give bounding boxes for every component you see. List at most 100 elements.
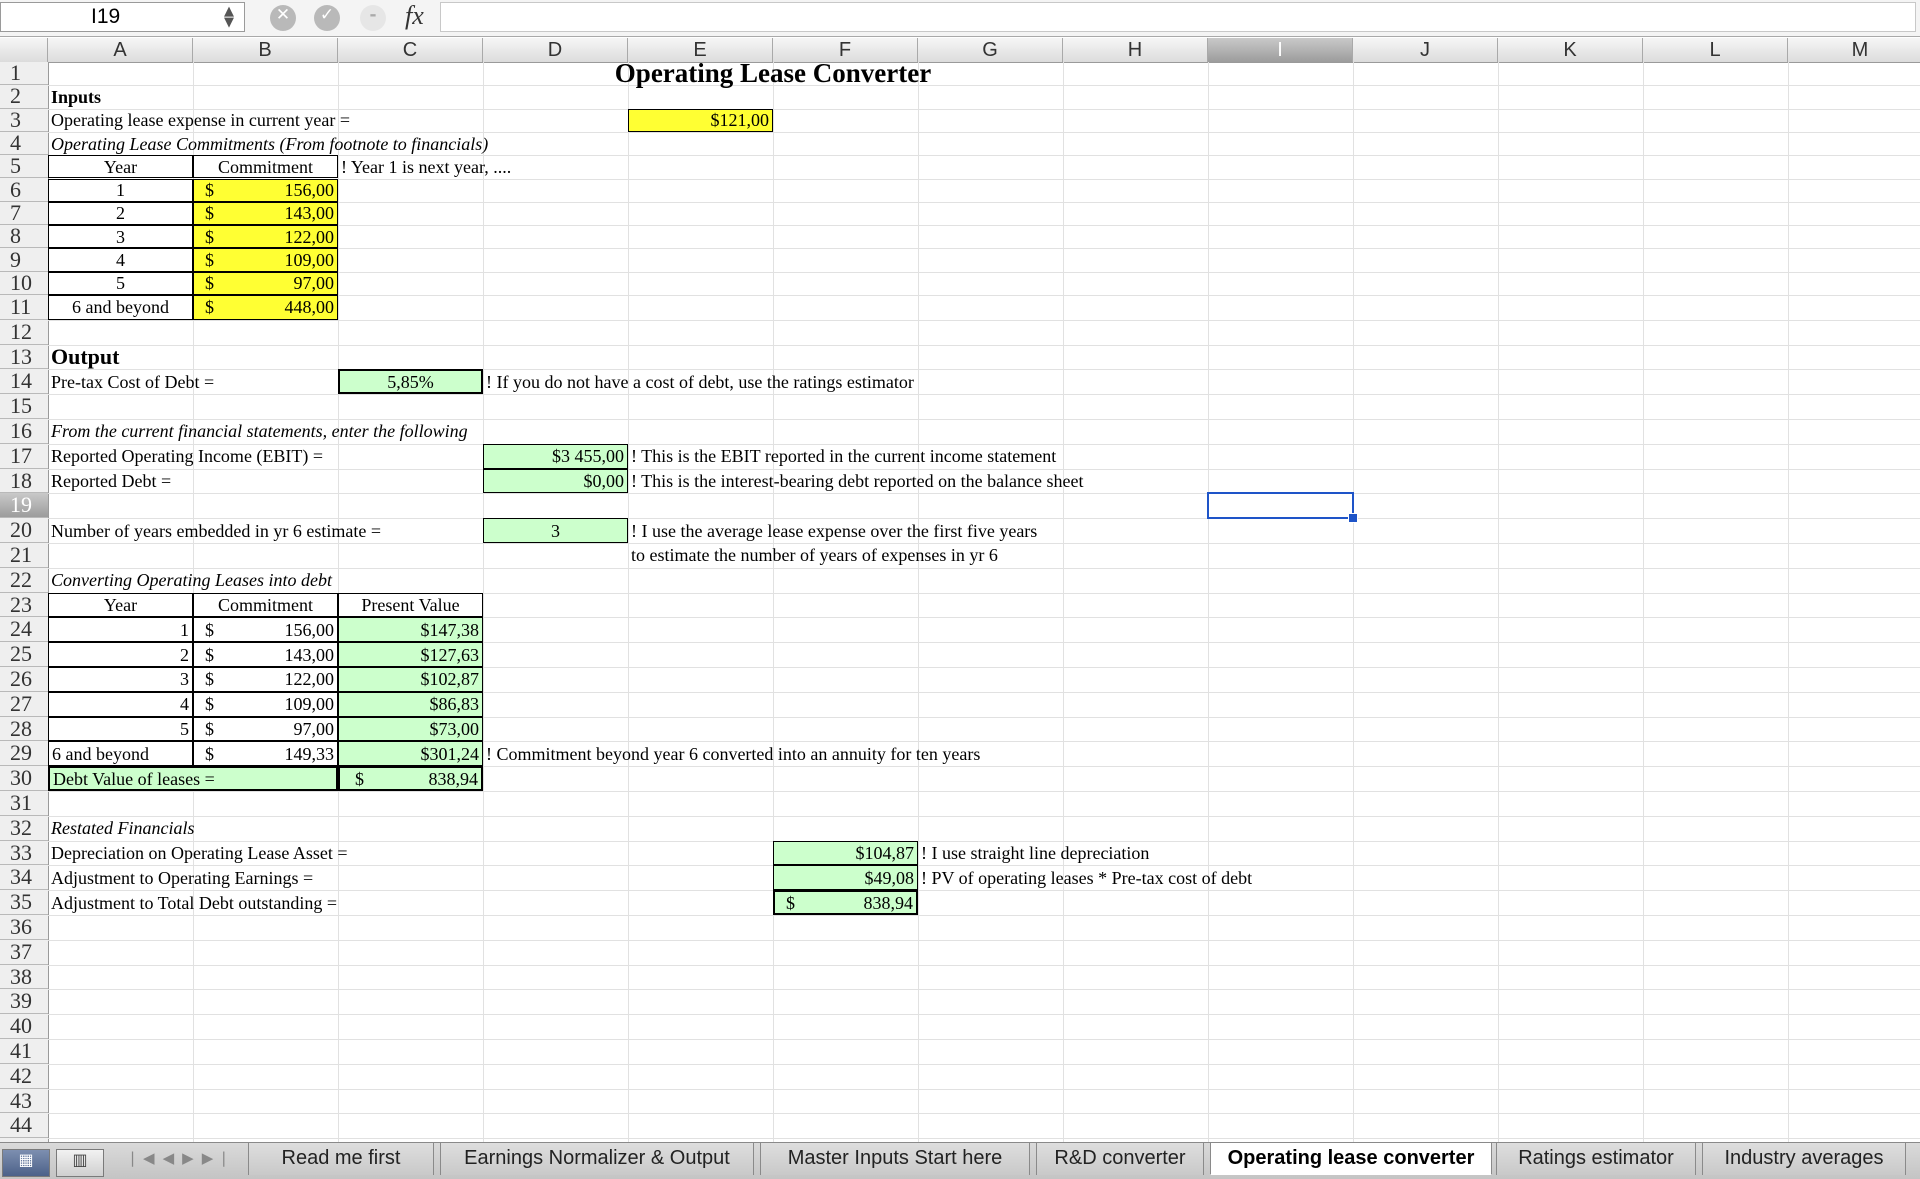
column-header-i[interactable]: I [1208,38,1353,62]
sheet-title[interactable]: Operating Lease Converter [615,59,931,86]
cost-of-debt-output[interactable]: 5,85% [338,369,483,395]
spreadsheet-grid[interactable]: ABCDEFGHIJKLM 1 2 3 4 5 6 7 8 9 10 11 12 13 14 15 16 17 1… [0,38,1920,1142]
restated-heading[interactable]: Restated Financials [48,816,483,841]
lease-expense-input[interactable]: $121,00 [628,108,773,132]
ebit-value[interactable]: $3 455,00 [483,443,628,469]
lease-expense-label[interactable]: Operating lease expense in current year … [48,109,628,132]
beyond-label[interactable]: 6 and beyond [48,741,193,767]
pv-commitment[interactable]: $97,00 [193,716,338,742]
pv-year[interactable]: 3 [48,667,193,692]
years-note[interactable]: ! I use the average lease expense over t… [628,518,1208,543]
row-header-11[interactable]: 11 [0,294,48,320]
ebit-note[interactable]: ! This is the EBIT reported in the curre… [628,444,1208,469]
inputs-heading[interactable]: Inputs [48,85,193,108]
row-header-43[interactable]: 43 [0,1088,48,1114]
commitment-input[interactable]: $143,00 [193,201,338,226]
row-header-42[interactable]: 42 [0,1063,48,1089]
prev-sheet-icon[interactable]: ◀ [163,1149,183,1167]
cost-of-debt-label[interactable]: Pre-tax Cost of Debt = [48,369,338,394]
debt-label[interactable]: Reported Debt = [48,469,483,494]
beyond-present-value[interactable]: $301,24 [338,741,483,767]
row-header-33[interactable]: 33 [0,840,48,866]
row-header-14[interactable]: 14 [0,368,48,395]
pv-header[interactable]: Present Value [338,592,483,618]
debt-note[interactable]: ! This is the interest-bearing debt repo… [628,469,1208,494]
pv-year[interactable]: 5 [48,716,193,742]
commitment-year[interactable]: 1 [48,178,193,202]
converting-heading[interactable]: Converting Operating Leases into debt [48,568,483,593]
ebit-label[interactable]: Reported Operating Income (EBIT) = [48,444,483,469]
row-header-4[interactable]: 4 [0,130,48,156]
check-circle-icon[interactable]: ✓ [314,5,340,31]
row-header-8[interactable]: 8 [0,223,48,249]
row-header-1[interactable]: 1 [0,60,48,86]
years-label[interactable]: Number of years embedded in yr 6 estimat… [48,518,483,543]
column-header-d[interactable]: D [483,38,628,62]
column-header-m[interactable]: M [1788,38,1920,62]
row-header-39[interactable]: 39 [0,988,48,1015]
beyond-commitment[interactable]: $149,33 [193,741,338,767]
sheet-tab-earnings-normalizer-output[interactable]: Earnings Normalizer & Output [440,1143,754,1175]
row-header-13[interactable]: 13 [0,344,48,370]
row-header-23[interactable]: 23 [0,592,48,618]
row-header-5[interactable]: 5 [0,153,48,179]
last-sheet-icon[interactable]: ▶| [202,1149,235,1167]
sheet-tab-operating-lease-converter[interactable]: Operating lease converter [1210,1143,1492,1175]
row-header-32[interactable]: 32 [0,815,48,841]
row-header-16[interactable]: 16 [0,418,48,444]
output-heading[interactable]: Output [48,345,193,370]
column-header-g[interactable]: G [918,38,1063,62]
row-header-34[interactable]: 34 [0,864,48,891]
name-box[interactable]: I19 [0,2,245,32]
row-header-29[interactable]: 29 [0,740,48,767]
row-header-20[interactable]: 20 [0,517,48,543]
first-sheet-icon[interactable]: |◀ [130,1149,163,1167]
adj-earnings-note[interactable]: ! PV of operating leases * Pre-tax cost … [918,865,1498,890]
commitment-year[interactable]: 6 and beyond [48,295,193,320]
row-header-35[interactable]: 35 [0,889,48,915]
commitment-header[interactable]: Commitment [193,155,338,179]
sheet-tab-r-d-converter[interactable]: R&D converter [1036,1143,1204,1175]
sheet-tab-industry-averages[interactable]: Industry averages [1702,1143,1906,1175]
commitment-input[interactable]: $156,00 [193,178,338,202]
column-header-a[interactable]: A [48,38,193,62]
row-header-7[interactable]: 7 [0,200,48,226]
sheet-tab-master-inputs-start-here[interactable]: Master Inputs Start here [760,1143,1030,1175]
selected-cell[interactable] [1207,492,1354,520]
adj-debt-label[interactable]: Adjustment to Total Debt outstanding = [48,890,628,915]
pv-commitment-header[interactable]: Commitment [193,592,338,618]
present-value[interactable]: $127,63 [338,642,483,667]
fill-handle[interactable] [1348,513,1358,524]
commitment-input[interactable]: $122,00 [193,225,338,249]
row-header-3[interactable]: 3 [0,107,48,132]
pv-year[interactable]: 4 [48,691,193,717]
adj-debt-value[interactable]: $838,94 [773,890,918,915]
present-value[interactable]: $102,87 [338,667,483,692]
pv-commitment[interactable]: $122,00 [193,667,338,692]
row-header-25[interactable]: 25 [0,641,48,667]
column-header-b[interactable]: B [193,38,338,62]
row-header-2[interactable]: 2 [0,83,48,109]
row-header-26[interactable]: 26 [0,666,48,692]
row-header-17[interactable]: 17 [0,443,48,469]
row-header-15[interactable]: 15 [0,393,48,419]
sheet-tab-ratings-estimator[interactable]: Ratings estimator [1496,1143,1696,1175]
row-header-44[interactable]: 44 [0,1112,48,1139]
years-note-continued[interactable]: to estimate the number of years of expen… [628,543,1208,568]
pv-commitment[interactable]: $109,00 [193,691,338,717]
pv-year-header[interactable]: Year [48,592,193,618]
column-header-h[interactable]: H [1063,38,1208,62]
formula-input[interactable] [440,2,1916,32]
pv-year[interactable]: 1 [48,617,193,643]
pv-year[interactable]: 2 [48,642,193,667]
row-header-41[interactable]: 41 [0,1038,48,1064]
row-header-38[interactable]: 38 [0,964,48,990]
debt-value[interactable]: $0,00 [483,468,628,494]
row-header-31[interactable]: 31 [0,790,48,816]
cost-of-debt-note[interactable]: ! If you do not have a cost of debt, use… [483,369,1063,394]
commitment-year[interactable]: 4 [48,248,193,272]
row-header-40[interactable]: 40 [0,1013,48,1039]
present-value[interactable]: $147,38 [338,617,483,643]
row-header-6[interactable]: 6 [0,177,48,202]
present-value[interactable]: $73,00 [338,716,483,742]
